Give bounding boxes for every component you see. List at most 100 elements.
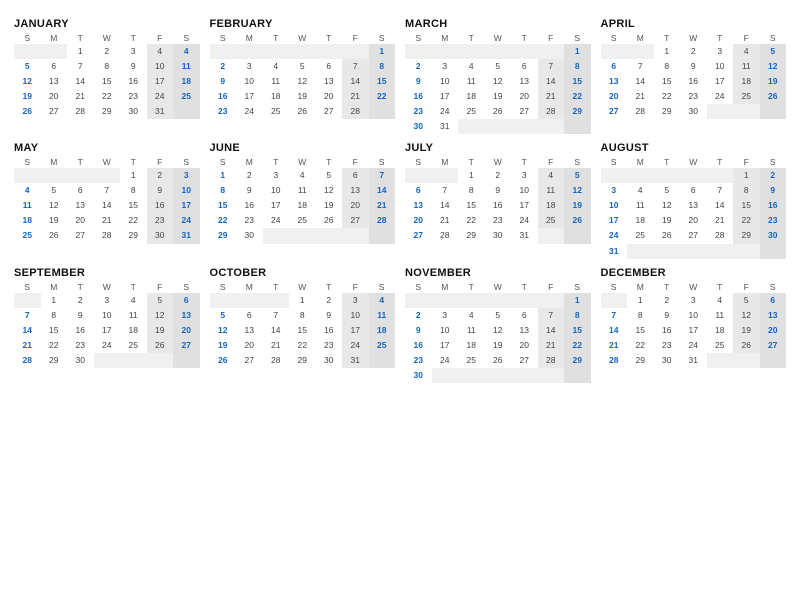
day-cell: 15 bbox=[564, 74, 591, 89]
day-cell: 20 bbox=[173, 323, 200, 338]
month-table: SMTWTFS123456789101112131415161718192021… bbox=[14, 281, 200, 368]
month-name: JULY bbox=[405, 142, 591, 154]
day-header: T bbox=[263, 32, 290, 44]
day-cell: 8 bbox=[210, 183, 237, 198]
day-cell: 16 bbox=[147, 198, 174, 213]
day-cell: 10 bbox=[601, 198, 628, 213]
day-cell: 21 bbox=[369, 198, 396, 213]
day-cell: 25 bbox=[369, 338, 396, 353]
day-cell: 16 bbox=[405, 89, 432, 104]
day-cell: 14 bbox=[601, 323, 628, 338]
day-header: S bbox=[601, 32, 628, 44]
day-cell: 26 bbox=[733, 338, 760, 353]
day-header: T bbox=[654, 156, 681, 168]
day-cell: 25 bbox=[120, 338, 147, 353]
month-june: JUNESMTWTFS12345678910111213141516171819… bbox=[210, 142, 396, 258]
day-header: W bbox=[485, 156, 512, 168]
day-cell: 22 bbox=[627, 338, 654, 353]
day-cell bbox=[316, 228, 343, 243]
day-header: M bbox=[41, 32, 68, 44]
day-cell: 18 bbox=[458, 338, 485, 353]
day-cell: 3 bbox=[120, 44, 147, 59]
day-cell: 4 bbox=[458, 308, 485, 323]
day-cell: 18 bbox=[263, 89, 290, 104]
day-cell: 13 bbox=[342, 183, 369, 198]
day-cell: 23 bbox=[147, 213, 174, 228]
day-cell: 10 bbox=[263, 183, 290, 198]
day-cell: 27 bbox=[405, 228, 432, 243]
day-cell: 2 bbox=[236, 168, 263, 183]
day-header: S bbox=[760, 281, 787, 293]
day-cell: 11 bbox=[173, 59, 200, 74]
day-cell: 24 bbox=[511, 213, 538, 228]
day-cell: 22 bbox=[733, 213, 760, 228]
day-cell: 8 bbox=[458, 183, 485, 198]
day-cell: 2 bbox=[210, 59, 237, 74]
day-cell bbox=[173, 353, 200, 368]
day-cell bbox=[263, 228, 290, 243]
day-cell: 4 bbox=[627, 183, 654, 198]
day-cell: 13 bbox=[680, 198, 707, 213]
month-name: NOVEMBER bbox=[405, 267, 591, 279]
day-cell: 18 bbox=[538, 198, 565, 213]
day-cell: 6 bbox=[601, 59, 628, 74]
day-header: W bbox=[289, 156, 316, 168]
day-cell: 28 bbox=[67, 104, 94, 119]
day-cell: 4 bbox=[289, 168, 316, 183]
day-cell bbox=[458, 119, 485, 134]
month-table: SMTWTFS123456789101112131415161718192021… bbox=[405, 32, 591, 134]
day-header: W bbox=[485, 281, 512, 293]
day-cell: 28 bbox=[94, 228, 121, 243]
day-cell: 17 bbox=[342, 323, 369, 338]
month-name: MAY bbox=[14, 142, 200, 154]
day-header: M bbox=[627, 32, 654, 44]
month-february: FEBRUARYSMTWTFS1234567891011121314151617… bbox=[210, 18, 396, 134]
day-cell bbox=[41, 44, 68, 59]
day-cell: 15 bbox=[458, 198, 485, 213]
day-cell: 20 bbox=[760, 323, 787, 338]
day-cell: 21 bbox=[263, 338, 290, 353]
day-cell: 15 bbox=[654, 74, 681, 89]
day-cell: 14 bbox=[432, 198, 459, 213]
day-cell: 8 bbox=[369, 59, 396, 74]
day-cell: 11 bbox=[263, 74, 290, 89]
day-cell: 8 bbox=[654, 59, 681, 74]
day-cell: 29 bbox=[94, 104, 121, 119]
day-cell: 1 bbox=[120, 168, 147, 183]
day-cell: 13 bbox=[601, 74, 628, 89]
day-cell: 14 bbox=[94, 198, 121, 213]
day-cell: 30 bbox=[120, 104, 147, 119]
day-cell: 17 bbox=[707, 74, 734, 89]
month-name: AUGUST bbox=[601, 142, 787, 154]
month-name: MARCH bbox=[405, 18, 591, 30]
day-cell bbox=[173, 104, 200, 119]
day-cell bbox=[538, 228, 565, 243]
day-cell: 2 bbox=[94, 44, 121, 59]
day-cell: 6 bbox=[67, 183, 94, 198]
day-cell: 15 bbox=[564, 323, 591, 338]
day-cell bbox=[405, 168, 432, 183]
day-cell: 30 bbox=[405, 368, 432, 383]
day-cell: 28 bbox=[432, 228, 459, 243]
day-cell: 20 bbox=[601, 89, 628, 104]
day-cell: 29 bbox=[654, 104, 681, 119]
day-cell: 25 bbox=[14, 228, 41, 243]
day-cell: 21 bbox=[94, 213, 121, 228]
day-cell: 21 bbox=[707, 213, 734, 228]
month-name: OCTOBER bbox=[210, 267, 396, 279]
day-cell: 23 bbox=[67, 338, 94, 353]
day-cell bbox=[485, 119, 512, 134]
day-cell: 1 bbox=[654, 44, 681, 59]
day-cell: 23 bbox=[760, 213, 787, 228]
month-october: OCTOBERSMTWTFS12345678910111213141516171… bbox=[210, 267, 396, 383]
day-header: S bbox=[369, 32, 396, 44]
day-cell bbox=[707, 168, 734, 183]
day-header: F bbox=[538, 156, 565, 168]
day-header: F bbox=[733, 281, 760, 293]
day-cell: 19 bbox=[316, 198, 343, 213]
day-cell: 18 bbox=[627, 213, 654, 228]
day-cell: 15 bbox=[94, 74, 121, 89]
day-cell: 4 bbox=[538, 168, 565, 183]
month-name: JUNE bbox=[210, 142, 396, 154]
day-cell: 26 bbox=[654, 228, 681, 243]
